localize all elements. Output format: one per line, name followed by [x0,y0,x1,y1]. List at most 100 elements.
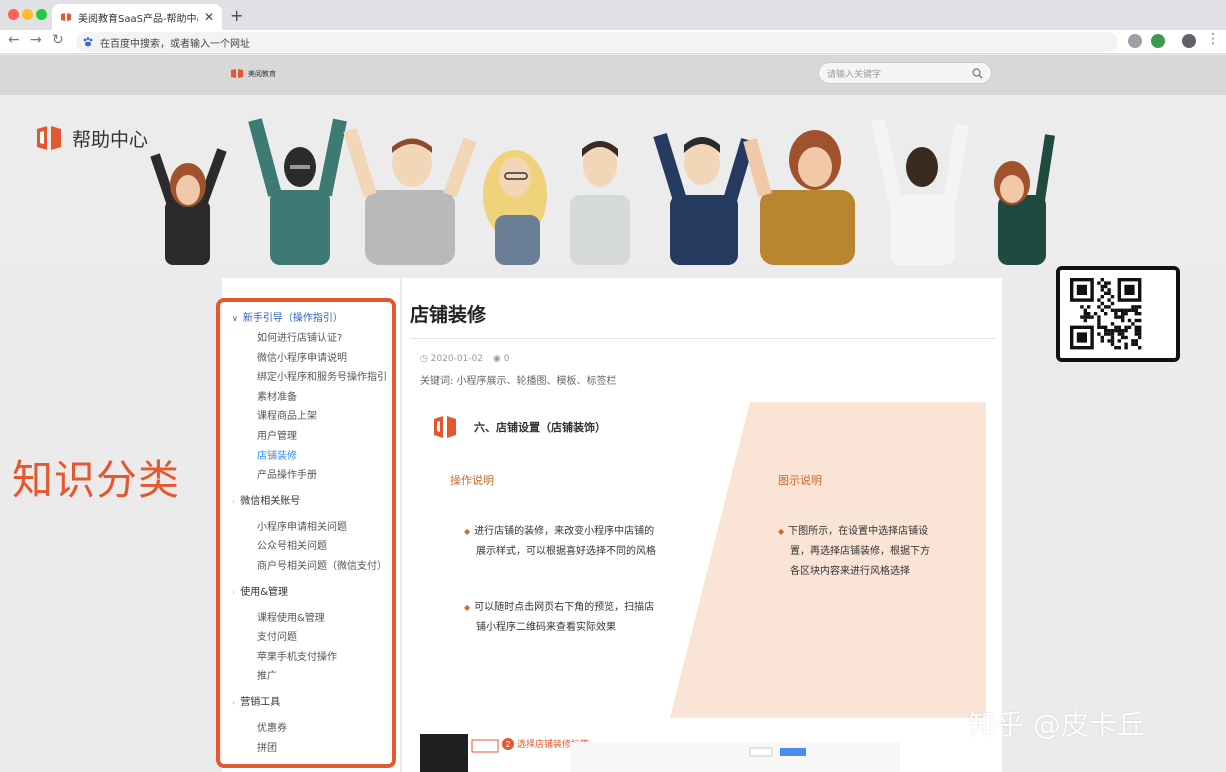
nav-item-active[interactable]: 店铺装修 [232,447,392,467]
person-8 [871,118,969,265]
nav-item[interactable]: 课程使用&管理 [232,609,392,629]
screenshot: 美阅教育SaaS产品-帮助中心 | 店 ✕ + ← → ↻ 在百度中搜索，或者输… [0,0,1226,772]
nav-item[interactable]: 优惠券 [232,719,392,739]
diamond-bullet-icon: ◆ [464,527,471,536]
nav-item[interactable]: 小程序申请相关问题 [232,518,392,538]
site-logo[interactable]: 美阅教育 [230,68,276,79]
back-icon[interactable]: ← [8,32,20,48]
help-center-title[interactable]: 帮助中心 [34,123,148,153]
baidu-paw-icon [83,37,93,47]
zhihu-watermark: 知乎 @皮卡丘 [968,708,1145,741]
nav-group-marketing[interactable]: › 营销工具 [232,693,392,713]
nav-group-newbie[interactable]: ∨ 新手引导（操作指引） [232,309,392,329]
tab-close-icon[interactable]: ✕ [204,10,214,24]
search-placeholder: 请输入关键字 [827,69,882,80]
maximize-window-icon[interactable] [36,9,47,20]
para-line: 展示样式，可以根据喜好选择不同的风格 [476,546,656,557]
nav-item[interactable]: 推广 [232,667,392,687]
nav-item[interactable]: 如何进行店铺认证? [232,329,392,349]
nav-group-label: 使用&管理 [240,586,289,598]
person-2 [248,118,347,265]
article-views: 0 [503,354,510,364]
person-5 [570,141,630,265]
nav-group-wechat[interactable]: › 微信相关账号 [232,492,392,512]
article-date: 2020-01-02 [430,354,484,364]
para-line: 下图所示，在设置中选择店铺设 [788,526,929,537]
nav-item[interactable]: 产品操作手册 [232,466,392,486]
article-meta: ◷ 2020-01-02 ◉ 0 [420,354,509,364]
tab-title: 美阅教育SaaS产品-帮助中心 | 店 [78,13,198,25]
browser-tab-bar: 美阅教育SaaS产品-帮助中心 | 店 ✕ + [0,0,1226,30]
nav-item[interactable]: 商户号相关问题（微信支付） [232,557,392,577]
views-meta: ◉ 0 [493,354,509,364]
banner-illustration [150,118,1055,265]
nav-item[interactable]: 用户管理 [232,427,392,447]
nav-item[interactable]: 微信小程序申请说明 [232,349,392,369]
person-3 [343,127,477,265]
article-keywords: 关键词: 小程序展示、轮播图、模板、标签栏 [420,376,617,387]
nav-item[interactable]: 公众号相关问题 [232,537,392,557]
diamond-bullet-icon: ◆ [778,527,785,536]
browser-tab[interactable]: 美阅教育SaaS产品-帮助中心 | 店 ✕ [52,4,222,30]
svg-text:2: 2 [506,740,511,749]
chevron-down-icon: ∨ [232,314,238,323]
site-header: 美阅教育 请输入关键字 [0,55,1226,95]
operation-label: 操作说明 [450,474,494,487]
chevron-right-icon: › [232,496,236,506]
search-input[interactable]: 请输入关键字 [818,62,992,84]
diamond-bullet-icon: ◆ [464,603,471,612]
qr-code[interactable] [1056,266,1180,362]
article-title: 店铺装修 [410,304,487,326]
extension-icon[interactable] [1128,34,1142,48]
extension-badge-icon[interactable] [1151,34,1165,48]
nav-group-label: 新手引导（操作指引） [242,313,343,324]
hero-banner: 帮助中心 [0,95,1226,265]
para-line: 进行店铺的装修，来改变小程序中店铺的 [474,526,655,537]
site-logo-text: 美阅教育 [248,69,276,78]
person-4 [483,150,547,265]
eye-icon: ◉ [493,354,504,364]
reload-icon[interactable]: ↻ [52,32,64,48]
address-bar[interactable]: 在百度中搜索，或者输入一个网址 [76,32,1118,52]
nav-item[interactable]: 素材准备 [232,388,392,408]
date-meta: ◷ 2020-01-02 [420,354,483,364]
article: 店铺装修 ◷ 2020-01-02 ◉ 0 关键词: 小程序展示、轮播图、模板、… [402,278,1002,772]
section-logo-icon [434,416,456,438]
chevron-right-icon: › [232,697,236,707]
minimize-window-icon[interactable] [22,9,33,20]
search-icon[interactable] [972,67,983,79]
person-9 [994,134,1055,265]
site-favicon-icon [61,13,71,21]
browser-toolbar: ← → ↻ 在百度中搜索，或者输入一个网址 ⋮ [0,30,1226,54]
logo-mark-icon [231,69,243,78]
help-center-text: 帮助中心 [72,128,149,151]
forward-icon[interactable]: → [30,32,42,48]
nav-item[interactable]: 绑定小程序和服务号操作指引 [232,368,392,388]
figure-label: 图示说明 [778,474,822,487]
screenshot-thumbnail: 2 选择店铺装修标签 [420,734,900,772]
help-logo-icon [37,126,61,150]
nav-group-label: 营销工具 [240,696,281,708]
sidebar-nav: ∨ 新手引导（操作指引） 如何进行店铺认证? 微信小程序申请说明 绑定小程序和服… [232,309,392,758]
person-1 [150,148,227,265]
new-tab-icon[interactable]: + [230,6,243,25]
nav-item[interactable]: 课程商品上架 [232,407,392,427]
clock-icon: ◷ [420,354,431,364]
figure-paragraph: ◆ 下图所示，在设置中选择店铺设 置，再选择店铺装修，根据下方 各区块内容来进行风… [778,522,930,582]
close-window-icon[interactable] [8,9,19,20]
nav-item[interactable]: 支付问题 [232,628,392,648]
para-line: 铺小程序二维码来查看实际效果 [476,622,616,633]
profile-icon[interactable] [1182,34,1196,48]
para-line: 置，再选择店铺装修，根据下方 [790,546,930,557]
para-line: 可以随时点击网页右下角的预览，扫描店 [474,602,655,613]
nav-group-label: 微信相关账号 [240,495,301,507]
operation-paragraph-2: ◆ 可以随时点击网页右下角的预览，扫描店 铺小程序二维码来查看实际效果 [464,598,654,638]
person-6 [653,132,755,265]
menu-kebab-icon[interactable]: ⋮ [1206,31,1220,47]
nav-group-usage[interactable]: › 使用&管理 [232,583,392,603]
person-7 [743,130,855,265]
nav-item[interactable]: 拼团 [232,739,392,759]
nav-item[interactable]: 苹果手机支付操作 [232,648,392,668]
divider [410,338,996,339]
knowledge-category-annotation: 知识分类 [12,456,180,504]
